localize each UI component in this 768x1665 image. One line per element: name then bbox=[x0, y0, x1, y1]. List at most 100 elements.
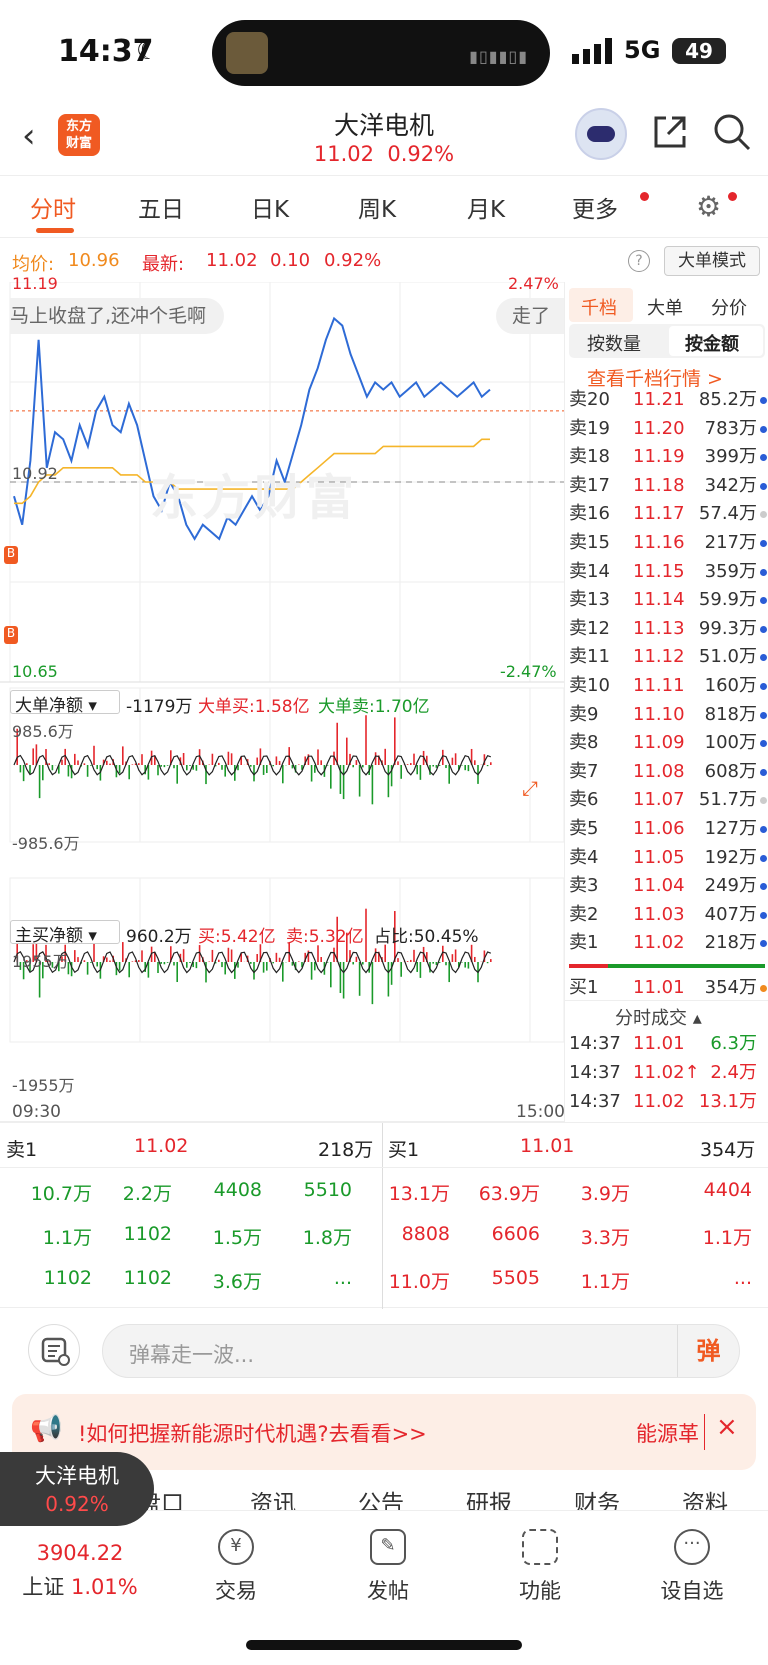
stock-header: ‹ 东方 财富 大洋电机 11.02 0.92% bbox=[0, 100, 768, 176]
order-row-sell[interactable]: 卖3 11.04 249万 bbox=[565, 872, 768, 901]
tab-indicator bbox=[36, 228, 74, 233]
sell-tick-volume: 1102 bbox=[123, 1223, 172, 1245]
gear-icon[interactable]: ⚙ bbox=[696, 190, 721, 223]
tab-five-day[interactable]: 五日 bbox=[138, 190, 184, 224]
sell-tick-volume: 4408 bbox=[213, 1179, 262, 1201]
nav-post[interactable]: ✎ 发帖 bbox=[328, 1511, 448, 1605]
battery-icon: 49 bbox=[672, 38, 726, 64]
order-row-buy1[interactable]: 买1 11.01 354万 bbox=[565, 974, 768, 1003]
trades-title[interactable]: 分时成交 ▴ bbox=[615, 1004, 702, 1030]
order-row-sell[interactable]: 卖17 11.18 342万 bbox=[565, 472, 768, 501]
tab-by-price[interactable]: 分价 bbox=[711, 294, 747, 320]
order-row-sell[interactable]: 卖19 11.20 783万 bbox=[565, 415, 768, 444]
order-row-sell[interactable]: 卖1 11.02 218万 bbox=[565, 929, 768, 958]
tab-daily-k[interactable]: 日K bbox=[251, 190, 289, 224]
order-row-sell[interactable]: 卖7 11.08 608万 bbox=[565, 758, 768, 787]
danmu-send-button[interactable]: 弹 bbox=[677, 1325, 739, 1377]
order-row-sell[interactable]: 卖13 11.14 59.9万 bbox=[565, 586, 768, 615]
tab-monthly-k[interactable]: 月K bbox=[467, 190, 505, 224]
tab-thousand-levels[interactable]: 千档 bbox=[581, 294, 617, 320]
net-large-header: 大单净额 ▾ -1179万 大单买:1.58亿 大单卖:1.70亿 bbox=[0, 686, 564, 717]
y-low-label: 10.65 bbox=[12, 662, 58, 681]
buy-tick-volume: 8808 bbox=[401, 1223, 450, 1245]
sell-tick-volume: 10.7万 bbox=[30, 1183, 92, 1205]
order-row-sell[interactable]: 卖10 11.11 160万 bbox=[565, 672, 768, 701]
net-large-bottom: -985.6万 bbox=[12, 834, 80, 853]
close-icon[interactable]: × bbox=[716, 1412, 738, 1442]
net-main-header: 主买净额 ▾ 960.2万 买:5.42亿 卖:5.32亿 占比:50.45% bbox=[0, 916, 564, 947]
order-row-sell[interactable]: 卖18 11.19 399万 bbox=[565, 443, 768, 472]
moon-icon: ☾ bbox=[136, 36, 160, 66]
buy1-label: 买1 bbox=[388, 1139, 420, 1161]
net-large-selector[interactable]: 大单净额 ▾ bbox=[10, 690, 120, 716]
order-row-sell[interactable]: 卖20 11.21 85.2万 bbox=[565, 386, 768, 415]
avg-value: 10.96 bbox=[68, 250, 120, 271]
nav-functions[interactable]: 功能 bbox=[480, 1511, 600, 1605]
order-row-sell[interactable]: 卖12 11.13 99.3万 bbox=[565, 615, 768, 644]
net-large-bar-line bbox=[13, 754, 491, 776]
tab-intraday[interactable]: 分时 bbox=[30, 190, 76, 224]
robot-assistant-icon[interactable] bbox=[575, 108, 627, 160]
dynamic-island[interactable]: ▮▯▮▮▯▮ bbox=[212, 20, 550, 86]
index-pct: 1.01% bbox=[70, 1575, 138, 1599]
nav-add-watchlist[interactable]: ··· 设自选 bbox=[632, 1511, 752, 1605]
danmu-bar: 弹幕走一波... 弹 bbox=[0, 1308, 768, 1394]
search-icon[interactable] bbox=[712, 112, 752, 152]
post-icon: ✎ bbox=[370, 1529, 406, 1565]
order-row-sell[interactable]: 卖8 11.09 100万 bbox=[565, 729, 768, 758]
help-icon[interactable]: ? bbox=[628, 250, 650, 272]
big-order-mode-button[interactable]: 大单模式 bbox=[664, 246, 760, 276]
order-row-sell[interactable]: 卖14 11.15 359万 bbox=[565, 558, 768, 587]
buy-sell-ratio-bar bbox=[569, 964, 765, 968]
by-amount-toggle[interactable]: 按金额 bbox=[685, 330, 739, 356]
buy-tick-volume: ... bbox=[733, 1267, 752, 1289]
share-icon[interactable] bbox=[650, 112, 690, 152]
trade-row: 14:37 11.01 6.3万 bbox=[569, 1033, 757, 1054]
buy-tick-volume: 4404 bbox=[703, 1179, 752, 1201]
tab-weekly-k[interactable]: 周K bbox=[358, 190, 396, 224]
buy-tick-volume: 1.1万 bbox=[702, 1227, 752, 1249]
order-row-sell[interactable]: 卖15 11.16 217万 bbox=[565, 529, 768, 558]
order-row-sell[interactable]: 卖4 11.05 192万 bbox=[565, 844, 768, 873]
order-panel: 千档 大单 分价 按数量 按金额 查看千档行情 > 卖20 11.21 85.2万卖… bbox=[564, 282, 768, 1122]
status-bar: 14:37 ☾ ▮▯▮▮▯▮ 5G 49 bbox=[0, 0, 768, 100]
pct-high-label: 2.47% bbox=[508, 274, 559, 293]
net-main-value: 960.2万 bbox=[126, 927, 192, 947]
order-row-sell[interactable]: 卖2 11.03 407万 bbox=[565, 901, 768, 930]
home-indicator[interactable] bbox=[246, 1640, 522, 1650]
change-pct: 0.92% bbox=[324, 250, 382, 271]
latest-value: 11.02 bbox=[206, 250, 258, 271]
album-thumbnail bbox=[226, 32, 268, 74]
net-large-top: 985.6万 bbox=[12, 722, 74, 741]
tab-big-orders[interactable]: 大单 bbox=[647, 294, 683, 320]
mini-stock-pct: 0.92% bbox=[45, 1492, 109, 1516]
order-row-sell[interactable]: 卖5 11.06 127万 bbox=[565, 815, 768, 844]
floating-stock-card[interactable]: 大洋电机 0.92% bbox=[0, 1452, 154, 1526]
order-row-sell[interactable]: 卖6 11.07 51.7万 bbox=[565, 786, 768, 815]
buy1-volume: 354万 bbox=[700, 1139, 756, 1161]
danmu-input[interactable]: 弹幕走一波... 弹 bbox=[102, 1324, 740, 1378]
order-row-sell[interactable]: 卖9 11.10 818万 bbox=[565, 701, 768, 730]
signal-icon bbox=[572, 38, 612, 64]
change-value: 0.10 bbox=[270, 250, 311, 271]
sell1-volume: 218万 bbox=[318, 1139, 374, 1161]
expand-icon[interactable]: ⤢ bbox=[522, 776, 538, 800]
net-main-selector[interactable]: 主买净额 ▾ bbox=[10, 920, 120, 946]
index-name: 上证 bbox=[22, 1575, 65, 1599]
sell-tick-volume: 1102 bbox=[43, 1267, 92, 1289]
watermark: 东方财富 bbox=[150, 470, 359, 526]
tab-more[interactable]: 更多 bbox=[572, 190, 618, 224]
danmu-settings-icon[interactable] bbox=[28, 1324, 80, 1376]
nav-trade[interactable]: ¥ 交易 bbox=[176, 1511, 296, 1605]
by-quantity-toggle[interactable]: 按数量 bbox=[587, 330, 641, 356]
x-start-label: 09:30 bbox=[12, 1102, 61, 1122]
trade-marker-b: B bbox=[4, 626, 18, 644]
trades-list: 14:37 11.01 6.3万 14:37 11.02↑ 2.4万 14:37 11.02 1… bbox=[565, 1030, 768, 1117]
buy-tick-volume: 63.9万 bbox=[478, 1183, 540, 1205]
order-row-sell[interactable]: 卖16 11.17 57.4万 bbox=[565, 500, 768, 529]
x-end-label: 15:00 bbox=[516, 1102, 565, 1122]
level2-panel: 卖1 11.02 218万 买1 11.01 354万 10.7万 2.2万 440… bbox=[0, 1122, 768, 1309]
price-info-bar: 均价: 10.96 最新: 11.02 0.10 0.92% bbox=[0, 238, 768, 282]
order-row-sell[interactable]: 卖11 11.12 51.0万 bbox=[565, 643, 768, 672]
trade-marker-b: B bbox=[4, 546, 18, 564]
